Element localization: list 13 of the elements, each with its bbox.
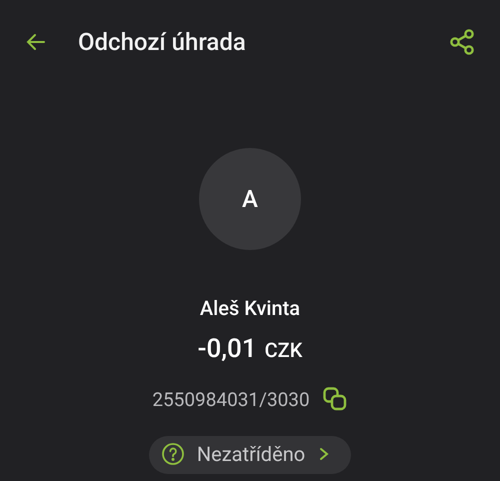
amount: -0,01 [198, 334, 257, 364]
screen-title: Odchozí úhrada [78, 28, 247, 56]
copy-button[interactable] [322, 386, 348, 412]
share-button[interactable] [448, 28, 476, 56]
share-icon [448, 28, 476, 56]
account-number: 2550984031/3030 [152, 388, 310, 410]
currency: CZK [264, 338, 302, 362]
copy-icon [322, 386, 348, 412]
question-icon [160, 442, 185, 466]
avatar: A [199, 148, 301, 250]
category-chip[interactable]: Nezatříděno [148, 436, 352, 474]
chevron-right-icon [317, 446, 332, 462]
payee-name: Aleš Kvinta [200, 296, 300, 320]
